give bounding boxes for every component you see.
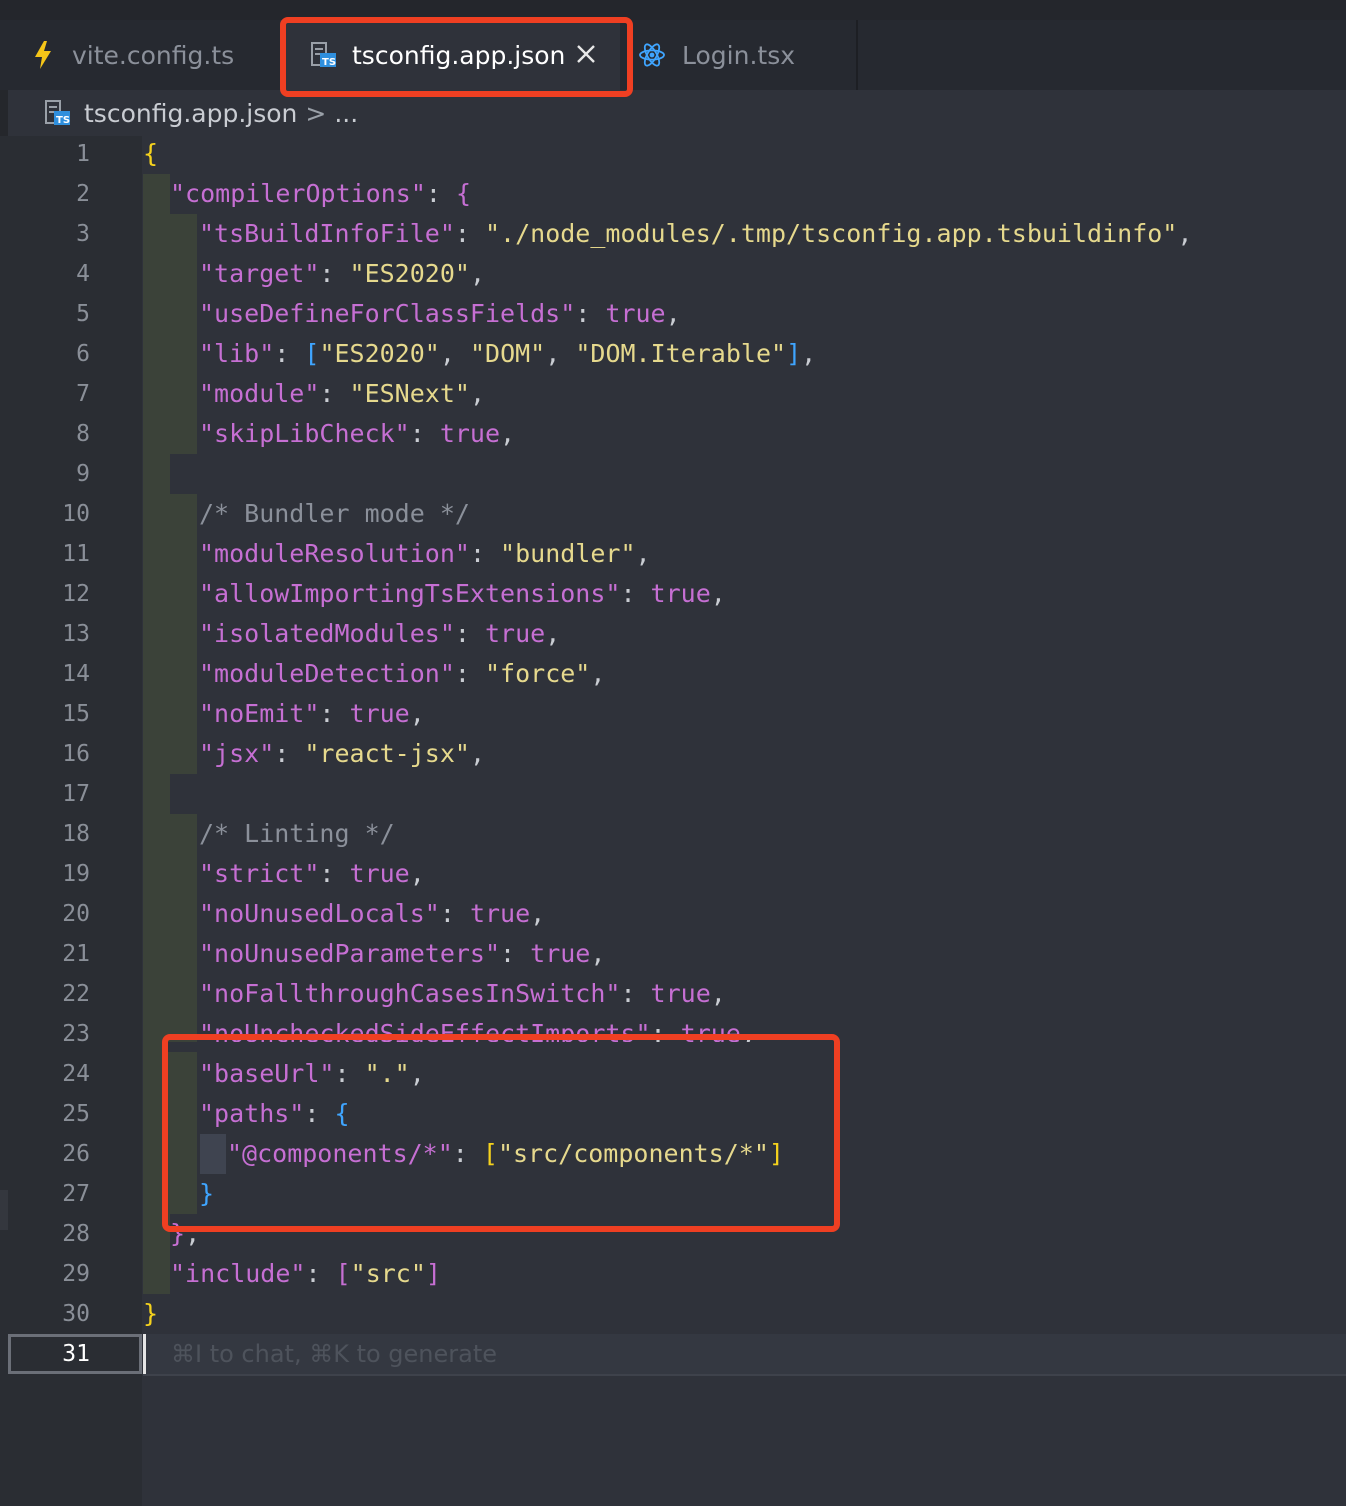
code-line-14[interactable]: "moduleDetection": "force", — [199, 654, 605, 694]
line-number[interactable]: 24 — [0, 1054, 90, 1094]
line-number[interactable]: 8 — [0, 414, 90, 454]
window-top-strip — [0, 0, 1346, 20]
code-line-26[interactable]: "@components/*": ["src/components/*"] — [227, 1134, 784, 1174]
code-line-12[interactable]: "allowImportingTsExtensions": true, — [199, 574, 726, 614]
indent-guide — [170, 814, 197, 1214]
line-number[interactable]: 2 — [0, 174, 90, 214]
line-number[interactable]: 15 — [0, 694, 90, 734]
highlight-fill — [168, 1042, 832, 1052]
ai-prompt-placeholder: ⌘I to chat, ⌘K to generate — [171, 1340, 498, 1368]
code-line-8[interactable]: "skipLibCheck": true, — [199, 414, 515, 454]
breadcrumb-file[interactable]: tsconfig.app.json — [84, 99, 297, 128]
line-number[interactable]: 13 — [0, 614, 90, 654]
line-number[interactable]: 5 — [0, 294, 90, 334]
code-line-21[interactable]: "noUnusedParameters": true, — [199, 934, 605, 974]
line-number[interactable]: 4 — [0, 254, 90, 294]
lightning-icon — [34, 41, 52, 69]
line-number[interactable]: 27 — [0, 1174, 90, 1214]
code-line-27[interactable]: } — [199, 1174, 214, 1214]
line-number[interactable]: 12 — [0, 574, 90, 614]
code-line-5[interactable]: "useDefineForClassFields": true, — [199, 294, 681, 334]
line-number[interactable]: 14 — [0, 654, 90, 694]
line-number[interactable]: 6 — [0, 334, 90, 374]
indent-guide — [170, 214, 197, 454]
text-cursor — [143, 1334, 146, 1374]
line-number[interactable]: 18 — [0, 814, 90, 854]
code-line-11[interactable]: "moduleResolution": "bundler", — [199, 534, 651, 574]
token: "compilerOptions" — [170, 179, 426, 208]
code-line-16[interactable]: "jsx": "react-jsx", — [199, 734, 485, 774]
indent-guide — [143, 174, 170, 1294]
code-line-29[interactable]: "include": ["src"] — [170, 1254, 441, 1294]
code-line-4[interactable]: "target": "ES2020", — [199, 254, 485, 294]
code-line-13[interactable]: "isolatedModules": true, — [199, 614, 560, 654]
code-line-7[interactable]: "module": "ESNext", — [199, 374, 485, 414]
tab-vite-config[interactable]: vite.config.ts — [0, 20, 280, 90]
tab-login-tsx[interactable]: Login.tsx — [620, 20, 858, 90]
line-number[interactable]: 9 — [0, 454, 90, 494]
code-line-19[interactable]: "strict": true, — [199, 854, 425, 894]
line-number[interactable]: 21 — [0, 934, 90, 974]
code-line-22[interactable]: "noFallthroughCasesInSwitch": true, — [199, 974, 726, 1014]
code-line-30[interactable]: } — [143, 1294, 158, 1334]
svg-text:TS: TS — [322, 57, 336, 68]
line-number[interactable]: 10 — [0, 494, 90, 534]
code-line-31[interactable]: ⌘I to chat, ⌘K to generate — [171, 1334, 497, 1374]
code-line-10[interactable]: /* Bundler mode */ — [199, 494, 470, 534]
tab-tsconfig-app-json[interactable]: TS tsconfig.app.json — [280, 20, 620, 90]
line-number[interactable]: 30 — [0, 1294, 90, 1334]
line-number[interactable]: 26 — [0, 1134, 90, 1174]
code-line-25[interactable]: "paths": { — [199, 1094, 350, 1134]
breadcrumb-more[interactable]: ... — [334, 99, 358, 128]
code-line-18[interactable]: /* Linting */ — [199, 814, 395, 854]
code-line-20[interactable]: "noUnusedLocals": true, — [199, 894, 545, 934]
tab-label: vite.config.ts — [72, 40, 235, 70]
code-line-6[interactable]: "lib": ["ES2020", "DOM", "DOM.Iterable"]… — [199, 334, 816, 374]
line-number[interactable]: 29 — [0, 1254, 90, 1294]
code-line-15[interactable]: "noEmit": true, — [199, 694, 425, 734]
line-number[interactable]: 28 — [0, 1214, 90, 1254]
line-number[interactable]: 1 — [0, 134, 90, 174]
line-number[interactable]: 25 — [0, 1094, 90, 1134]
tab-label: tsconfig.app.json — [352, 40, 566, 70]
line-number[interactable]: 3 — [0, 214, 90, 254]
token: { — [143, 139, 159, 168]
react-icon — [638, 41, 666, 69]
indent-guide — [200, 1134, 226, 1174]
code-line-24[interactable]: "baseUrl": ".", — [199, 1054, 425, 1094]
breadcrumb: TS tsconfig.app.json > ... — [0, 90, 1346, 136]
code-line-2[interactable]: "compilerOptions": { — [170, 174, 471, 214]
code-line-1[interactable]: { — [143, 134, 158, 174]
breadcrumb-separator: > — [305, 98, 327, 128]
code-line-3[interactable]: "tsBuildInfoFile": "./node_modules/.tmp/… — [199, 214, 1192, 254]
svg-text:TS: TS — [56, 115, 70, 126]
line-number[interactable]: 16 — [0, 734, 90, 774]
line-number[interactable]: 17 — [0, 774, 90, 814]
line-number[interactable]: 7 — [0, 374, 90, 414]
line-number[interactable]: 20 — [0, 894, 90, 934]
line-number[interactable]: 11 — [0, 534, 90, 574]
line-number[interactable]: 31 — [0, 1334, 90, 1374]
close-icon[interactable] — [575, 42, 597, 71]
ts-config-file-icon: TS — [310, 41, 338, 69]
line-number[interactable]: 22 — [0, 974, 90, 1014]
tab-bar: vite.config.ts TS tsconfig.app.json Logi… — [0, 20, 1346, 90]
indent-guide — [170, 494, 197, 774]
code-line-28[interactable]: }, — [170, 1214, 200, 1254]
ts-config-file-icon: TS — [44, 99, 72, 127]
line-number[interactable]: 19 — [0, 854, 90, 894]
tab-label: Login.tsx — [682, 40, 796, 70]
line-number[interactable]: 23 — [0, 1014, 90, 1054]
